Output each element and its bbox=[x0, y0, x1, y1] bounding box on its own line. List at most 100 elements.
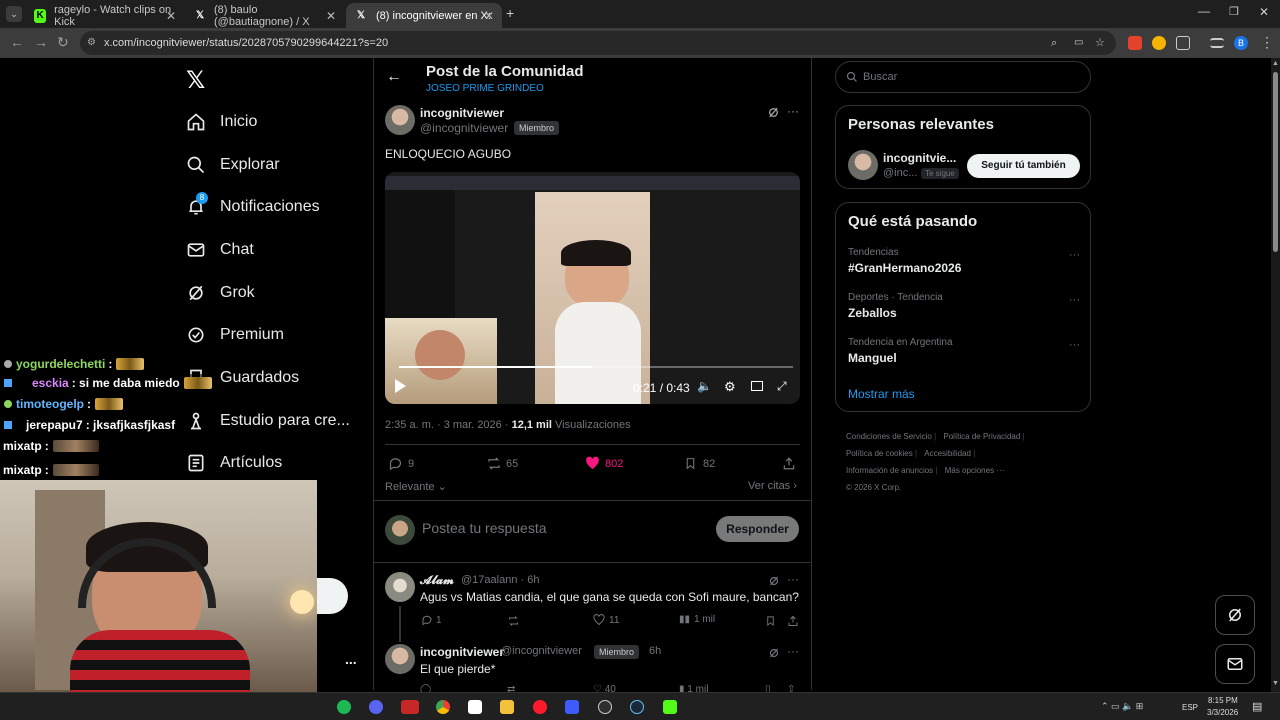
more-options-icon[interactable]: ··· bbox=[787, 644, 799, 658]
browser-tab[interactable]: K rageylo - Watch clips on Kick ✕ bbox=[26, 3, 184, 28]
site-info-icon[interactable]: ⚙ bbox=[87, 31, 96, 55]
reply-views-button[interactable]: ▮ 1 mil bbox=[679, 684, 708, 692]
footer-link[interactable]: Política de cookies bbox=[846, 449, 913, 458]
reply-handle[interactable]: @17aalann · 6h bbox=[461, 574, 539, 586]
tray-icons[interactable]: ⌃ ▭ 🔈 ⊞ bbox=[1101, 701, 1143, 712]
reply-like-button[interactable]: ♡ 40 bbox=[593, 684, 616, 692]
view-quotes-link[interactable]: Ver citas › bbox=[748, 480, 797, 492]
reply-submit-button[interactable]: Responder bbox=[716, 516, 799, 542]
page-scrollbar[interactable]: ▲ ▼ bbox=[1271, 58, 1280, 692]
post-handle[interactable]: @incognitviewer bbox=[420, 121, 508, 135]
avatar[interactable] bbox=[848, 150, 878, 180]
pip-icon[interactable] bbox=[751, 381, 763, 391]
back-arrow-icon[interactable]: ← bbox=[386, 68, 402, 86]
notifications-icon[interactable]: ▤ bbox=[1252, 700, 1262, 713]
footer-link[interactable]: Accesibilidad bbox=[924, 449, 971, 458]
cast-icon[interactable]: ▭ bbox=[1074, 31, 1083, 55]
steam-icon[interactable] bbox=[630, 700, 644, 714]
nav-articulos[interactable]: Artículos bbox=[186, 448, 282, 478]
sort-dropdown[interactable]: Relevante ⌄ bbox=[385, 480, 447, 493]
nav-grok[interactable]: Grok bbox=[186, 278, 255, 308]
kick-icon[interactable] bbox=[663, 700, 677, 714]
like-button[interactable]: 802 bbox=[585, 456, 623, 471]
grok-fab[interactable] bbox=[1215, 595, 1255, 635]
url-input[interactable]: ⚙ x.com/incognitviewer/status/2028705790… bbox=[80, 31, 1116, 55]
bookmark-icon[interactable]: ▯ bbox=[765, 684, 771, 692]
nav-explorar[interactable]: Explorar bbox=[186, 150, 280, 180]
post-button[interactable] bbox=[316, 578, 348, 614]
clock-time[interactable]: 8:15 PM bbox=[1208, 696, 1238, 705]
follow-back-button[interactable]: Seguir tú también bbox=[967, 154, 1080, 178]
composer-avatar[interactable] bbox=[385, 515, 415, 545]
reply-icon[interactable]: ◯ bbox=[420, 684, 431, 692]
relevant-handle[interactable]: @inc... bbox=[883, 167, 917, 179]
back-icon[interactable]: ← bbox=[10, 34, 24, 50]
close-icon[interactable]: ✕ bbox=[166, 9, 176, 23]
extension-icon[interactable] bbox=[1128, 36, 1142, 50]
reply-like-button[interactable]: 11 bbox=[593, 614, 619, 626]
post-timestamp[interactable]: 2:35 a. m. · 3 mar. 2026 · bbox=[385, 419, 509, 431]
scrollbar-thumb[interactable] bbox=[1273, 72, 1278, 252]
reply-views-button[interactable]: ▮▮ 1 mil bbox=[679, 614, 715, 625]
trend-item[interactable]: Tendencia en Argentina Manguel ··· bbox=[848, 337, 1080, 371]
footer-link[interactable]: Información de anuncios bbox=[846, 466, 933, 475]
share-icon[interactable] bbox=[782, 456, 796, 476]
minimize-button[interactable]: — bbox=[1198, 4, 1210, 18]
reply-bookmark-button[interactable] bbox=[765, 614, 776, 632]
more-options-icon[interactable]: ··· bbox=[1069, 249, 1080, 261]
new-tab-button[interactable]: + bbox=[506, 5, 514, 21]
search-input[interactable]: Buscar bbox=[835, 61, 1091, 93]
footer-link[interactable]: Más opciones ··· bbox=[945, 466, 1005, 475]
obs-icon[interactable] bbox=[598, 700, 612, 714]
app-icon[interactable] bbox=[565, 700, 579, 714]
reply-share-button[interactable] bbox=[787, 614, 799, 632]
repost-icon[interactable]: ⇄ bbox=[507, 684, 515, 692]
reply-avatar[interactable] bbox=[385, 644, 415, 674]
reply-input[interactable]: Postea tu respuesta bbox=[422, 520, 547, 536]
reply-avatar[interactable] bbox=[385, 572, 415, 602]
show-more-link[interactable]: Mostrar más bbox=[848, 387, 915, 401]
app-icon[interactable] bbox=[468, 700, 482, 714]
nav-premium[interactable]: Premium bbox=[186, 320, 284, 350]
bookmark-star-icon[interactable]: ☆ bbox=[1095, 31, 1105, 55]
more-options-icon[interactable]: ··· bbox=[787, 104, 799, 118]
grok-icon[interactable] bbox=[767, 106, 780, 124]
trend-item[interactable]: Deportes · Tendencia Zeballos ··· bbox=[848, 292, 1080, 326]
browser-menu-icon[interactable]: ⋮ bbox=[1260, 34, 1274, 51]
footer-link[interactable]: Condiciones de Servicio bbox=[846, 432, 932, 441]
share-icon[interactable]: ⇧ bbox=[787, 684, 795, 692]
volume-icon[interactable]: 🔈 bbox=[697, 379, 712, 393]
nav-chat[interactable]: Chat bbox=[186, 235, 254, 265]
window-close-button[interactable]: ✕ bbox=[1259, 5, 1269, 19]
zoom-icon[interactable]: ⌕ bbox=[1051, 31, 1057, 55]
forward-icon[interactable]: → bbox=[34, 34, 48, 50]
fullscreen-icon[interactable]: ⤢ bbox=[777, 379, 787, 394]
spotify-icon[interactable] bbox=[337, 700, 351, 714]
nav-inicio[interactable]: Inicio bbox=[186, 107, 257, 137]
play-icon[interactable] bbox=[395, 379, 406, 393]
reply-time[interactable]: 6h bbox=[649, 645, 661, 657]
grok-icon[interactable] bbox=[768, 646, 780, 664]
profile-avatar[interactable]: B bbox=[1234, 36, 1248, 50]
scroll-down-arrow[interactable]: ▼ bbox=[1272, 680, 1279, 687]
nav-estudio[interactable]: Estudio para cre... bbox=[186, 406, 350, 436]
app-icon[interactable] bbox=[401, 700, 419, 714]
extension-icon[interactable] bbox=[1152, 36, 1166, 50]
reply-author[interactable]: 𝓐𝓵𝓪𝓶 bbox=[420, 573, 454, 588]
browser-tab-active[interactable]: 𝕏 (8) incognitviewer en X: "ENLOQ ✕ bbox=[346, 3, 502, 28]
bookmark-button[interactable]: 82 bbox=[684, 456, 715, 471]
video-player[interactable]: 0:21 / 0:43 🔈 ⚙ ⤢ bbox=[385, 172, 800, 404]
reply-handle[interactable]: @incognitviewer bbox=[501, 645, 582, 657]
extensions-puzzle-icon[interactable] bbox=[1176, 36, 1190, 50]
repost-button[interactable]: 65 bbox=[486, 456, 518, 471]
community-name[interactable]: JOSEO PRIME GRINDEO bbox=[426, 83, 544, 94]
restore-button[interactable]: ❐ bbox=[1229, 5, 1239, 18]
close-icon[interactable]: ✕ bbox=[326, 9, 336, 23]
more-options-icon[interactable]: ··· bbox=[1069, 339, 1080, 351]
trend-item[interactable]: Tendencias #GranHermano2026 ··· bbox=[848, 247, 1080, 281]
discord-icon[interactable] bbox=[369, 700, 383, 714]
settings-icon[interactable]: ⚙ bbox=[724, 379, 736, 395]
nav-notificaciones[interactable]: 8 Notificaciones bbox=[186, 192, 320, 222]
reply-reply-button[interactable]: 1 bbox=[421, 614, 442, 626]
relevant-name[interactable]: incognitvie... bbox=[883, 151, 956, 165]
